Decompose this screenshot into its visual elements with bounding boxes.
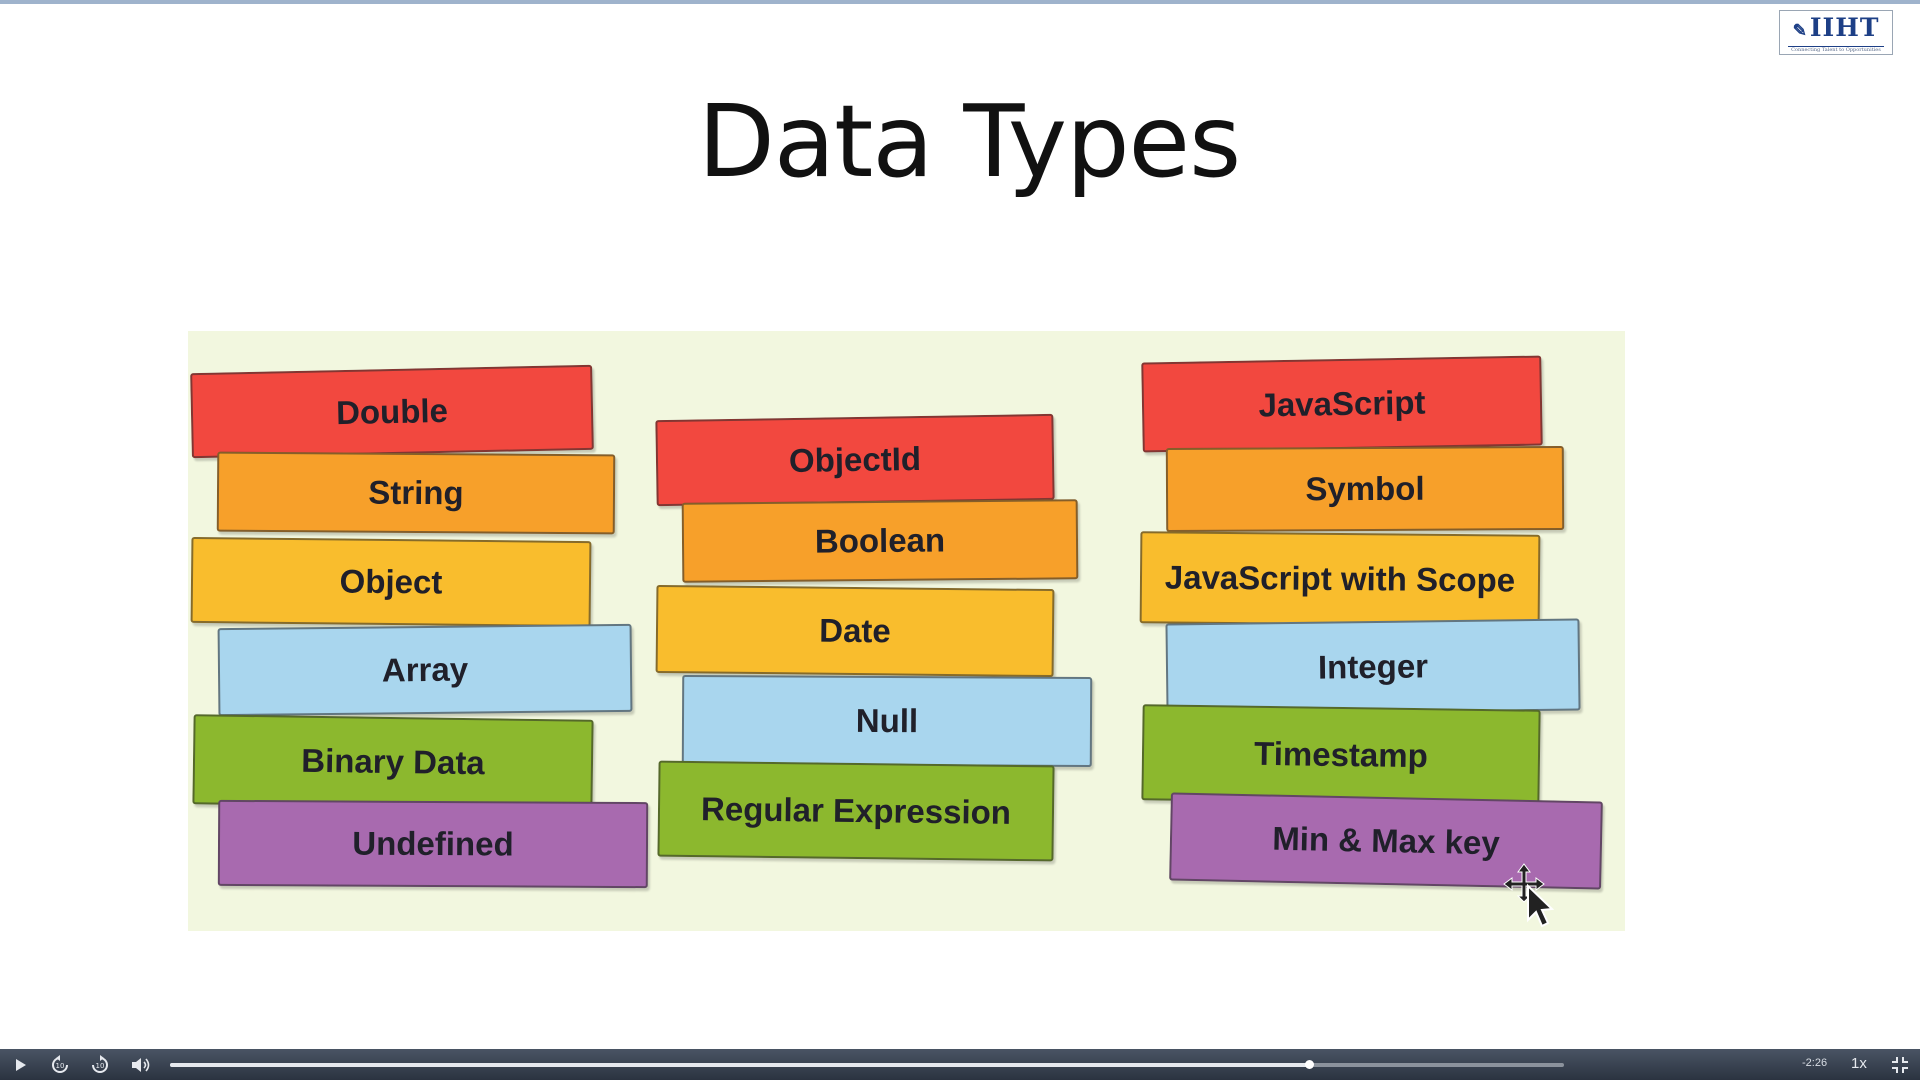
rewind-icon[interactable]: 10 bbox=[49, 1054, 71, 1076]
volume-icon[interactable] bbox=[129, 1054, 153, 1076]
tile-binary-data: Binary Data bbox=[192, 714, 594, 810]
forward-icon[interactable]: 10 bbox=[89, 1054, 111, 1076]
svg-text:10: 10 bbox=[96, 1062, 105, 1070]
slide-title: Data Types bbox=[697, 83, 1241, 200]
tile-null: Null bbox=[681, 674, 1093, 768]
tile-undefined: Undefined bbox=[217, 799, 649, 889]
top-border bbox=[0, 0, 1920, 4]
tile-regular-expression: Regular Expression bbox=[657, 760, 1055, 862]
svg-text:10: 10 bbox=[56, 1062, 65, 1070]
progress-fill bbox=[170, 1063, 1309, 1067]
progress-bar[interactable] bbox=[170, 1060, 1564, 1069]
tile-string: String bbox=[216, 451, 616, 535]
move-cursor-icon bbox=[1503, 863, 1555, 928]
logo-brand: IIHT bbox=[1809, 13, 1880, 42]
player-controls: 10 10 -2:26 1x bbox=[0, 1049, 1920, 1080]
tile-integer: Integer bbox=[1165, 618, 1581, 716]
tile-double: Double bbox=[190, 364, 594, 459]
tile-date: Date bbox=[655, 584, 1055, 678]
tile-javascript: JavaScript bbox=[1141, 355, 1543, 453]
time-remaining: -2:26 bbox=[1802, 1057, 1828, 1069]
tile-symbol: Symbol bbox=[1165, 445, 1565, 533]
tile-object: Object bbox=[190, 536, 592, 628]
tile-boolean: Boolean bbox=[681, 499, 1079, 583]
slide: ✎IIHT Connecting Talent to Opportunities… bbox=[0, 0, 1920, 1049]
logo-tagline: Connecting Talent to Opportunities bbox=[1788, 46, 1884, 54]
pen-icon: ✎ bbox=[1792, 21, 1808, 41]
play-icon[interactable] bbox=[10, 1055, 30, 1075]
tile-javascript-with-scope: JavaScript with Scope bbox=[1139, 531, 1541, 627]
playback-speed-button[interactable]: 1x bbox=[1851, 1055, 1867, 1072]
tile-timestamp: Timestamp bbox=[1141, 704, 1541, 806]
data-types-illustration: Double String Object Array Binary Data U… bbox=[188, 331, 1625, 931]
fullscreen-icon[interactable] bbox=[1890, 1055, 1910, 1075]
progress-thumb[interactable] bbox=[1304, 1060, 1314, 1069]
iiht-logo: ✎IIHT Connecting Talent to Opportunities bbox=[1779, 10, 1893, 55]
tile-array: Array bbox=[217, 623, 633, 717]
tile-objectid: ObjectId bbox=[655, 413, 1055, 507]
